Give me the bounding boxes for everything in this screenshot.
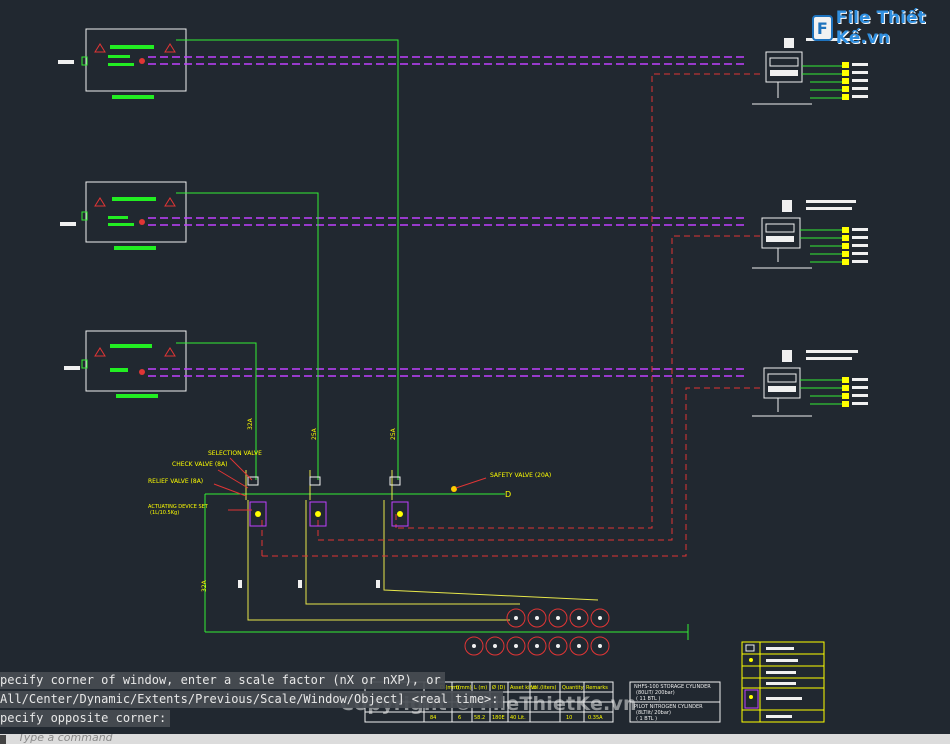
note-pilot-line3: ( 1 BTL ) — [636, 716, 657, 722]
signal-lines — [148, 56, 745, 377]
discharge-pipes — [245, 470, 599, 621]
command-input[interactable]: Type a command — [0, 734, 950, 744]
schedule-cell: 40 Lit. — [510, 715, 526, 721]
watermark-logo: F File Thiết Kế.vn — [812, 8, 950, 48]
label-outlet-d: D — [505, 490, 511, 499]
schedule-header: Quantity — [562, 685, 584, 691]
command-history-line: All/Center/Dynamic/Extents/Previous/Scal… — [0, 691, 503, 708]
schedule-cell: 84 — [430, 715, 436, 721]
command-history: pecify corner of window, enter a scale f… — [0, 672, 503, 729]
zone-panel-3 — [64, 330, 187, 398]
schedule-cell: 0.35A — [588, 715, 603, 721]
schedule-cell: 6 — [458, 715, 461, 721]
label-safety-valve: SAFETY VALVE (20A) — [490, 472, 551, 479]
control-unit-3 — [752, 350, 868, 417]
note-storage-line3: ( 11 BTL ) — [636, 696, 660, 702]
label-actuating-device-sub: (1L/10.5Kg) — [150, 510, 179, 516]
command-history-line: pecify opposite corner: — [0, 710, 171, 727]
schedule-header: Remarks — [586, 685, 608, 691]
label-pipe-size-2: 25A — [311, 427, 318, 440]
label-pipe-size-4: 32A — [201, 579, 208, 592]
pilot-pipes — [176, 39, 689, 640]
notes-box: NHFS-100 STORAGE CYLINDER (80LIT/ 200bar… — [629, 681, 721, 723]
schedule-header: Vol.(liters) — [531, 685, 556, 691]
schedule-cell: 180E — [492, 715, 505, 721]
schedule-header: Ø (D) — [492, 684, 505, 691]
schedule-cell: 10 — [566, 715, 572, 721]
control-unit-2 — [752, 200, 868, 269]
label-selection-valve: SELECTION VALVE — [208, 450, 262, 457]
logo-text: File Thiết Kế.vn — [835, 8, 926, 48]
schedule-header-cells: D (mm) t(mm) L (m) Ø (D) Asset kind Vol.… — [440, 684, 608, 691]
command-input-placeholder[interactable]: Type a command — [18, 734, 113, 744]
symbol-legend — [741, 641, 825, 723]
label-pipe-size-1: 32A — [247, 417, 254, 430]
logo-badge-icon: F — [812, 15, 833, 41]
label-pipe-size-3: 25A — [390, 427, 397, 440]
cad-drawing-canvas[interactable]: SELECTION VALVE CHECK VALVE (8A) RELIEF … — [0, 0, 950, 744]
schedule-row: 84 6 58.2 180E 40 Lit. 10 0.35A — [430, 715, 603, 721]
label-check-valve: CHECK VALVE (8A) — [172, 461, 227, 468]
red-wiring — [261, 73, 760, 557]
schedule-cell: 58.2 — [474, 715, 485, 721]
command-history-line: pecify corner of window, enter a scale f… — [0, 672, 445, 689]
zone-panel-2 — [60, 181, 187, 250]
command-prompt-icon — [0, 735, 6, 744]
label-relief-valve: RELIEF VALVE (8A) — [148, 478, 203, 485]
